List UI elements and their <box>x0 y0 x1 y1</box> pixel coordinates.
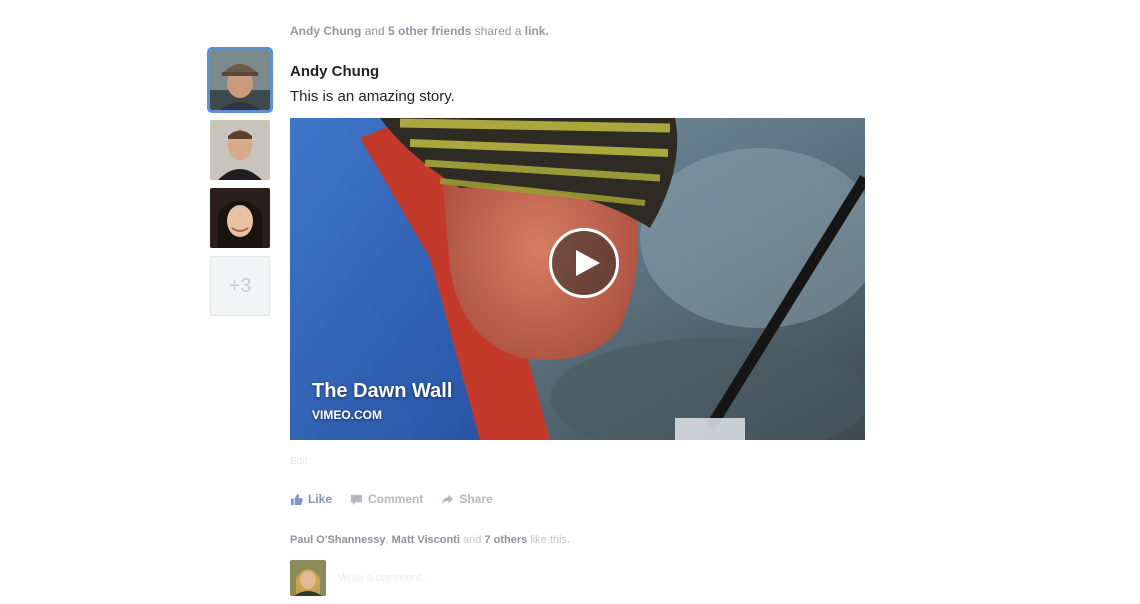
liker-link-1[interactable]: Paul O'Shannessy <box>290 534 386 546</box>
share-button[interactable]: Share <box>441 492 493 506</box>
header-connector: and <box>364 24 385 38</box>
likes-others-link[interactable]: 7 others <box>484 534 527 546</box>
video-source: VIMEO.COM <box>312 408 383 422</box>
share-icon <box>442 494 454 504</box>
thumbs-up-icon <box>290 493 303 505</box>
header-object-link[interactable]: link. <box>525 24 549 38</box>
likes-summary: Paul O'Shannessy, Matt Visconti and 7 ot… <box>290 534 571 546</box>
friend-photo-3 <box>210 188 270 248</box>
like-label: Like <box>308 492 333 506</box>
video-title[interactable]: The Dawn Wall <box>312 380 452 403</box>
likes-connector: and <box>463 534 482 546</box>
more-friends-button[interactable]: +3 <box>210 256 270 316</box>
friend-avatar-selected[interactable] <box>207 47 273 113</box>
header-others-link[interactable]: 5 other friends <box>388 24 471 38</box>
likes-suffix: like this. <box>530 534 571 546</box>
friend-photo-2 <box>210 120 270 180</box>
story-header: Andy Chung and 5 other friends shared a … <box>290 24 549 38</box>
friend-avatar[interactable] <box>210 120 270 180</box>
play-icon <box>575 250 600 276</box>
play-button[interactable] <box>549 228 619 298</box>
current-user-avatar <box>290 560 326 596</box>
header-actor-link[interactable]: Andy Chung <box>290 24 361 38</box>
post-author[interactable]: Andy Chung <box>290 63 379 80</box>
header-action: shared a <box>474 24 522 38</box>
like-button[interactable]: Like <box>290 492 332 506</box>
action-bar: Like Comment Share <box>290 492 493 506</box>
share-label: Share <box>459 492 493 506</box>
liker-link-2[interactable]: Matt Visconti <box>392 534 460 546</box>
post-message: This is an amazing story. <box>290 88 455 105</box>
post-meta: Edit <box>290 456 308 467</box>
comment-button[interactable]: Comment <box>350 492 423 506</box>
friend-photo-1 <box>210 50 270 110</box>
comment-icon <box>350 494 363 505</box>
comment-label: Comment <box>368 492 424 506</box>
current-user-photo <box>290 560 326 596</box>
friend-avatar[interactable] <box>210 188 270 248</box>
comment-input[interactable] <box>336 566 500 590</box>
video-preview[interactable]: The Dawn Wall VIMEO.COM <box>290 118 865 440</box>
